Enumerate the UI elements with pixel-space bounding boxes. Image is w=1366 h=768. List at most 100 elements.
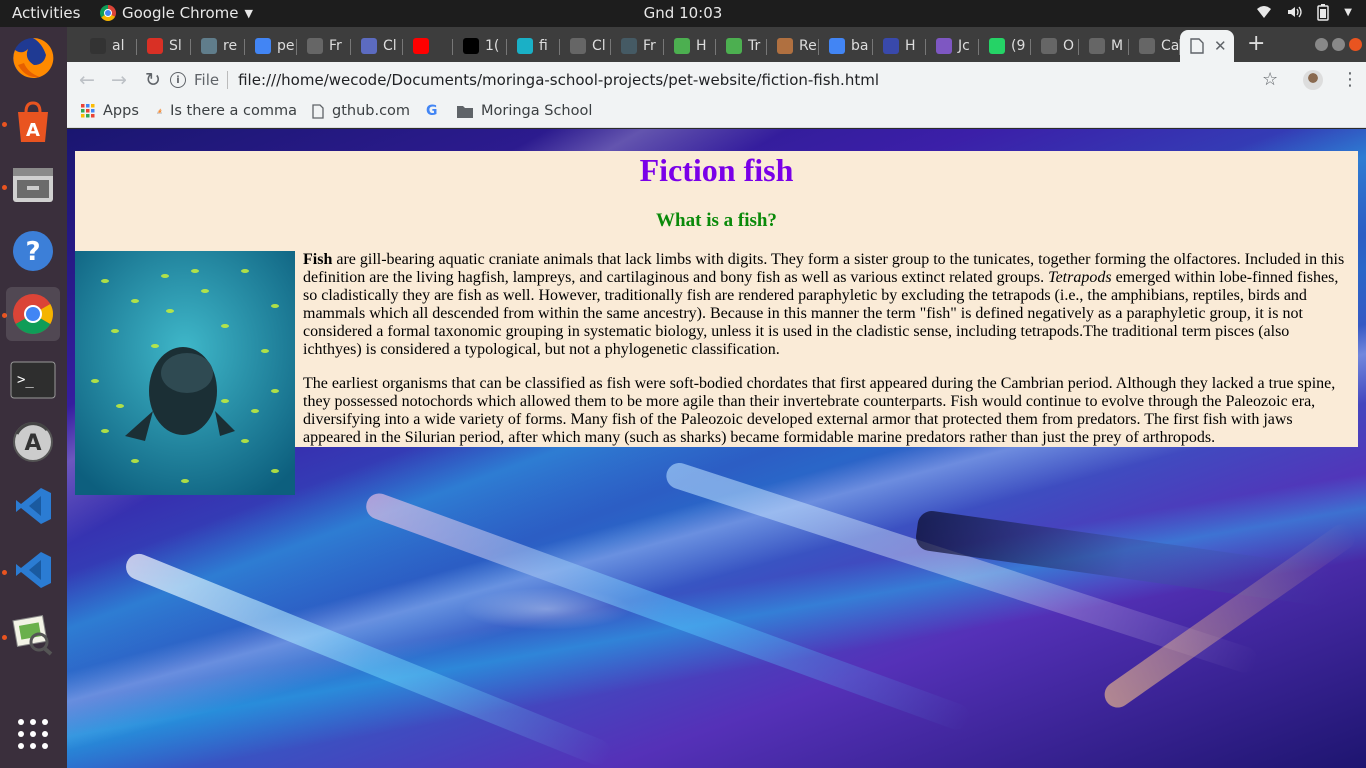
tab-item[interactable]: al (80, 30, 137, 62)
tab-title: ba (851, 38, 869, 54)
tab-title: Jc (958, 38, 970, 54)
tab-title: fi (539, 38, 548, 54)
svg-text:A: A (24, 431, 41, 456)
tab-title: re (223, 38, 238, 54)
software-center-icon[interactable]: A (6, 95, 60, 149)
tab-active[interactable]: ✕ (1180, 30, 1234, 62)
tab-item[interactable]: Fr (611, 30, 664, 62)
generic-icon (1139, 38, 1155, 54)
page-subtitle: What is a fish? (656, 210, 777, 231)
system-tray[interactable]: ▼ (1256, 3, 1352, 21)
bookmark-label: Is there a comma (170, 103, 297, 119)
google-icon: G (426, 103, 438, 119)
close-icon[interactable]: ✕ (1214, 37, 1227, 55)
google-icon (255, 38, 271, 54)
tab-item[interactable]: O (1031, 30, 1079, 62)
generic-icon (1041, 38, 1057, 54)
system-top-bar: Activities Google Chrome ▼ Gnd 10:03 ▼ (0, 0, 1366, 27)
address-bar[interactable]: i File file:///home/wecode/Documents/mor… (170, 66, 1310, 94)
tab-title: pe (277, 38, 295, 54)
bookmark-label: gthub.com (332, 103, 411, 119)
tab-item[interactable]: M (1079, 30, 1129, 62)
svg-text:?: ? (25, 237, 40, 267)
google-icon (829, 38, 845, 54)
reload-button[interactable]: ↻ (145, 69, 161, 91)
stackoverflow-icon (157, 108, 162, 114)
tab-title: Ca (1161, 38, 1180, 54)
medium-icon (463, 38, 479, 54)
bookmark-apps[interactable]: Apps (81, 103, 139, 119)
tab-title: H (696, 38, 707, 54)
bookmarks-bar: Apps Is there a comma gthub.com G Moring… (67, 98, 1366, 128)
bookmark-github[interactable]: gthub.com (312, 103, 410, 119)
tab-item[interactable]: ba (819, 30, 873, 62)
chrome-icon[interactable] (6, 287, 60, 341)
tab-item[interactable]: Ca (1129, 30, 1180, 62)
content-panel: Fiction fish What is a fish? Fish are gi… (75, 151, 1358, 495)
info-icon[interactable]: i (170, 72, 186, 88)
star-icon[interactable]: ☆ (1262, 69, 1278, 90)
bookmark-google[interactable]: G (426, 103, 438, 119)
tab-item[interactable]: Fr (297, 30, 351, 62)
page-title: Fiction fish (639, 152, 794, 188)
url-text[interactable]: file:///home/wecode/Documents/moringa-sc… (238, 71, 879, 89)
tab-item[interactable]: fi (507, 30, 560, 62)
bookmark-label: Moringa School (481, 103, 593, 119)
tab-title: Cl (383, 38, 397, 54)
activities-button[interactable]: Activities (12, 4, 80, 22)
spiral-icon (201, 38, 217, 54)
show-apps-icon[interactable] (6, 707, 60, 761)
tab-title: al (112, 38, 125, 54)
tab-item[interactable]: (9 (979, 30, 1031, 62)
tab-item[interactable]: Tr (716, 30, 767, 62)
w3-icon (674, 38, 690, 54)
svg-text:>_: >_ (17, 372, 34, 388)
generic-icon (1089, 38, 1105, 54)
w3-icon (726, 38, 742, 54)
tab-item[interactable]: Sl (137, 30, 191, 62)
ubuntu-dock: A ? >_ A (0, 27, 67, 768)
tab-title: (9 (1011, 38, 1026, 54)
scheme-label: File (194, 71, 220, 89)
minimize-button[interactable] (1315, 38, 1328, 51)
help-icon[interactable]: ? (6, 224, 60, 278)
firefox-icon[interactable] (6, 31, 60, 85)
question-icon (361, 38, 377, 54)
gmail-icon (147, 38, 163, 54)
vscode-icon-2[interactable] (6, 543, 60, 597)
tab-item[interactable]: Jc (926, 30, 979, 62)
bookmark-folder-moringa[interactable]: Moringa School (457, 103, 592, 119)
folder-icon (457, 105, 473, 118)
forward-button[interactable]: → (111, 69, 127, 91)
p1-bold: Fish (303, 251, 333, 268)
back-button[interactable]: ← (79, 69, 95, 91)
tab-item[interactable]: H (873, 30, 926, 62)
volume-icon (1288, 6, 1302, 18)
tab-item[interactable]: Cl (560, 30, 611, 62)
tab-item[interactable]: 1( (453, 30, 507, 62)
new-tab-button[interactable]: + (1247, 31, 1265, 56)
tab-item[interactable]: H (664, 30, 716, 62)
tab-item[interactable]: Re (767, 30, 819, 62)
menu-icon[interactable]: ⋮ (1341, 69, 1359, 90)
maximize-button[interactable] (1332, 38, 1345, 51)
tab-item[interactable]: re (191, 30, 245, 62)
page-icon (312, 103, 324, 119)
github-icon (90, 38, 106, 54)
close-window-button[interactable] (1349, 38, 1362, 51)
clock[interactable]: Gnd 10:03 (644, 4, 723, 22)
bookmark-label: Apps (103, 103, 139, 119)
generic-icon (570, 38, 586, 54)
tab-item[interactable]: pe (245, 30, 297, 62)
bookmark-stackoverflow[interactable]: Is there a comma (157, 103, 297, 119)
vscode-icon[interactable] (6, 479, 60, 533)
tab-title: Re (799, 38, 817, 54)
terminal-icon[interactable]: >_ (6, 353, 60, 407)
image-viewer-icon[interactable] (6, 607, 60, 661)
avatar[interactable] (1303, 70, 1323, 90)
files-icon[interactable] (6, 158, 60, 212)
tab-item[interactable]: Cl (351, 30, 403, 62)
app-menu[interactable]: Google Chrome ▼ (100, 4, 253, 22)
software-updater-icon[interactable]: A (6, 415, 60, 469)
tab-item[interactable] (403, 30, 453, 62)
